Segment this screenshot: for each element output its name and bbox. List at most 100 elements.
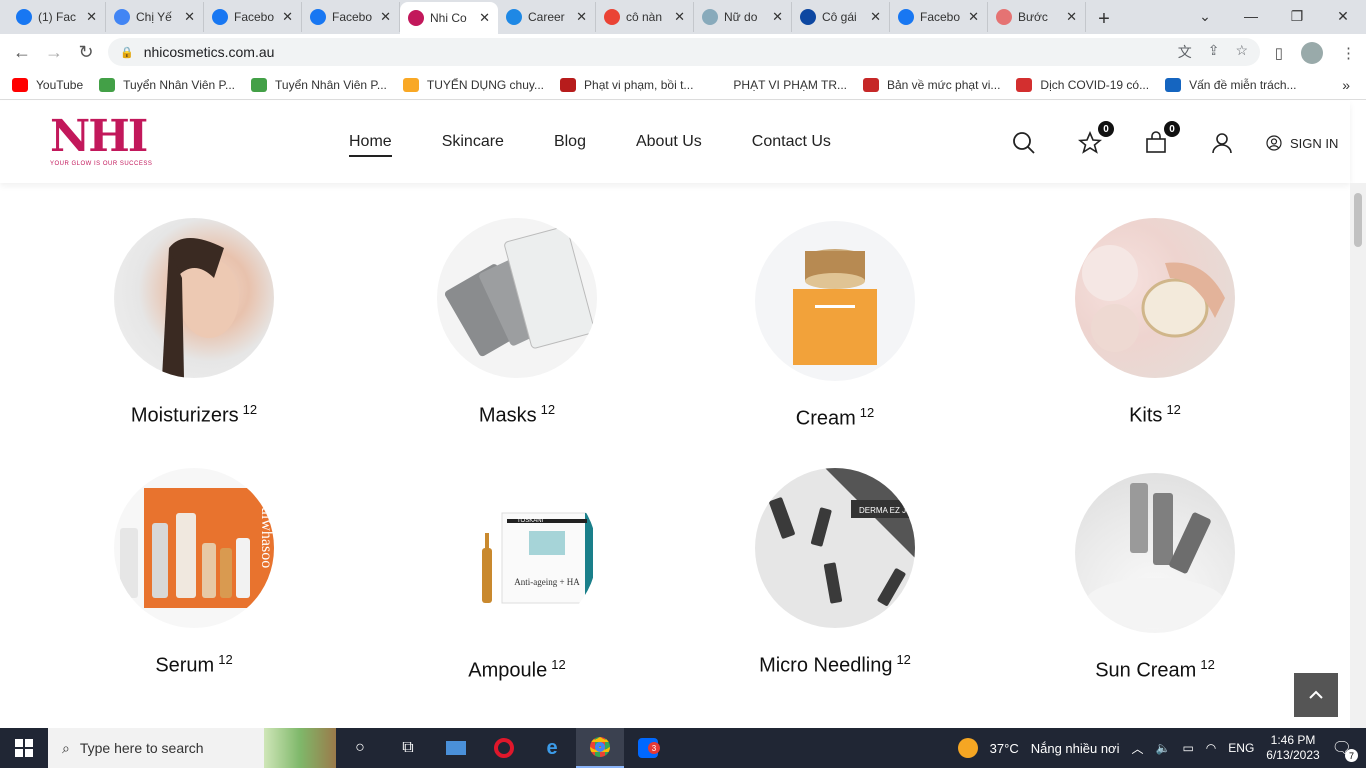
tab-close-icon[interactable]: ✕ [968,9,979,25]
site-logo[interactable]: NHI YOUR GLOW IS OUR SUCCESS [50,115,160,173]
weather-icon[interactable] [957,738,978,758]
cream-image[interactable] [755,221,915,381]
battery-icon[interactable]: ▭ [1182,741,1193,755]
tab-close-icon[interactable]: ✕ [1066,9,1077,25]
category-serum[interactable]: Sulwhasoo Serum 12 [84,468,304,678]
browser-tab[interactable]: (1) Fac ✕ [8,2,106,32]
chrome-icon[interactable] [576,728,624,768]
bookmark-star-icon[interactable]: ☆ [1235,42,1248,62]
weather-temp[interactable]: 37°C [990,741,1019,756]
language-indicator[interactable]: ENG [1228,741,1254,755]
browser-tab[interactable]: Facebo ✕ [890,2,988,32]
browser-tab[interactable]: cô nàn ✕ [596,2,694,32]
notification-icon[interactable]: 🗨 7 [1332,738,1358,762]
nav-item-home[interactable]: Home [349,133,392,157]
close-window-button[interactable]: ✕ [1320,0,1366,32]
nav-item-blog[interactable]: Blog [554,133,586,157]
tab-close-icon[interactable]: ✕ [674,9,685,25]
category-kits[interactable]: Kits 12 [1045,218,1265,428]
side-panel-icon[interactable]: ▯ [1275,44,1283,62]
category-sun-cream[interactable]: Sun Cream 12 [1045,473,1265,683]
browser-tab[interactable]: Bước ✕ [988,2,1086,32]
forward-button[interactable]: → [38,42,70,63]
bookmark-item[interactable]: Vấn đề miễn trách... [1165,77,1297,92]
browser-tab[interactable]: Career ✕ [498,2,596,32]
opera-icon[interactable] [480,728,528,768]
browser-tab[interactable]: Cô gái ✕ [792,2,890,32]
windows-start-button[interactable] [0,728,48,768]
category-ampoule[interactable]: Anti-ageing + HA TOSKANI Ampoule 12 [407,473,627,683]
tab-close-icon[interactable]: ✕ [479,10,490,26]
bookmark-item[interactable]: Phạt vi phạm, bồi t... [560,77,693,92]
translate-icon[interactable]: 文 [1178,42,1192,62]
wishlist-icon[interactable]: 0 [1076,121,1114,157]
browser-tab[interactable]: Nhi Co ✕ [400,2,498,34]
account-icon[interactable] [1208,129,1236,157]
share-icon[interactable]: ⇪ [1208,42,1220,62]
bookmark-item[interactable]: Tuyển Nhân Viên P... [251,77,387,92]
search-icon[interactable] [1010,129,1038,157]
url-text[interactable]: nhicosmetics.com.au [144,44,275,60]
tab-close-icon[interactable]: ✕ [870,9,881,25]
nav-item-contact-us[interactable]: Contact Us [752,133,831,157]
category-cream[interactable]: Cream 12 [725,221,945,431]
tab-close-icon[interactable]: ✕ [380,9,391,25]
bookmark-item[interactable]: Tuyển Nhân Viên P... [99,77,235,92]
zalo-icon[interactable]: 3 [624,728,672,768]
omnibox[interactable]: 🔒 nhicosmetics.com.au 文 ⇪ ☆ [108,38,1260,66]
bookmark-item[interactable]: Bản về mức phạt vi... [862,77,1000,92]
serum-image[interactable]: Sulwhasoo [114,468,274,628]
tab-close-icon[interactable]: ✕ [184,9,195,25]
maximize-button[interactable]: ❐ [1274,0,1320,32]
bookmark-item[interactable]: YouTube [12,77,83,92]
site-icon [996,9,1012,25]
kits-image[interactable] [1075,218,1235,378]
page-scrollbar[interactable] [1350,183,1366,728]
tab-close-icon[interactable]: ✕ [772,9,783,25]
tab-close-icon[interactable]: ✕ [282,9,293,25]
wifi-icon[interactable]: ◠ [1206,741,1216,755]
tab-search-icon[interactable]: ⌄ [1182,0,1228,32]
back-button[interactable]: ← [6,42,38,63]
tab-close-icon[interactable]: ✕ [576,9,587,25]
sign-in-link[interactable]: SIGN IN [1266,135,1338,151]
tab-close-icon[interactable]: ✕ [86,9,97,25]
ampoule-image[interactable]: Anti-ageing + HA TOSKANI [437,473,597,633]
minimize-button[interactable]: — [1228,0,1274,32]
sun-cream-image[interactable] [1075,473,1235,633]
tray-chevron-icon[interactable]: ︿ [1131,740,1143,757]
search-highlight-illustration [264,728,336,768]
category-moisturizers[interactable]: Moisturizers 12 [84,218,304,428]
bookmark-item[interactable]: TUYỂN DỤNG chuy... [402,77,544,92]
lock-icon[interactable]: 🔒 [120,46,134,59]
volume-icon[interactable]: 🔈 [1156,741,1171,755]
menu-kebab-icon[interactable]: ⋮ [1341,44,1356,62]
bookmark-item[interactable]: PHẠT VI PHẠM TR... [709,77,847,92]
scrollbar-thumb[interactable] [1354,193,1362,247]
nav-item-skincare[interactable]: Skincare [442,133,504,157]
browser-tab[interactable]: Chị Yế ✕ [106,2,204,32]
new-tab-button[interactable]: + [1086,4,1122,34]
bookmark-item[interactable]: Dịch COVID-19 có... [1016,77,1149,92]
category-micro-needling[interactable]: DERMA EZ JET Micro Needling 12 [725,468,945,678]
nav-item-about-us[interactable]: About Us [636,133,702,157]
moisturizers-image[interactable] [114,218,274,378]
weather-text[interactable]: Nắng nhiều nơi [1031,741,1120,756]
category-masks[interactable]: Masks 12 [407,218,627,428]
micro-needling-image[interactable]: DERMA EZ JET [755,468,915,628]
profile-avatar[interactable] [1301,42,1323,64]
desktop-app-icon[interactable] [432,728,480,768]
browser-tab[interactable]: Facebo ✕ [302,2,400,32]
masks-image[interactable] [437,218,597,378]
reload-button[interactable]: ↻ [70,42,102,63]
bookmarks-overflow-icon[interactable]: » [1342,77,1350,93]
cart-icon[interactable]: 0 [1142,121,1180,157]
clock[interactable]: 1:46 PM 6/13/2023 [1266,733,1319,763]
browser-tab[interactable]: Nữ do ✕ [694,2,792,32]
taskbar-search[interactable]: ⌕ Type here to search [48,728,336,768]
task-view-icon[interactable]: ⧉ [384,728,432,768]
browser-tab[interactable]: Facebo ✕ [204,2,302,32]
edge-icon[interactable]: e [528,728,576,768]
back-to-top-button[interactable] [1294,673,1338,717]
cortana-icon[interactable]: ○ [336,728,384,768]
